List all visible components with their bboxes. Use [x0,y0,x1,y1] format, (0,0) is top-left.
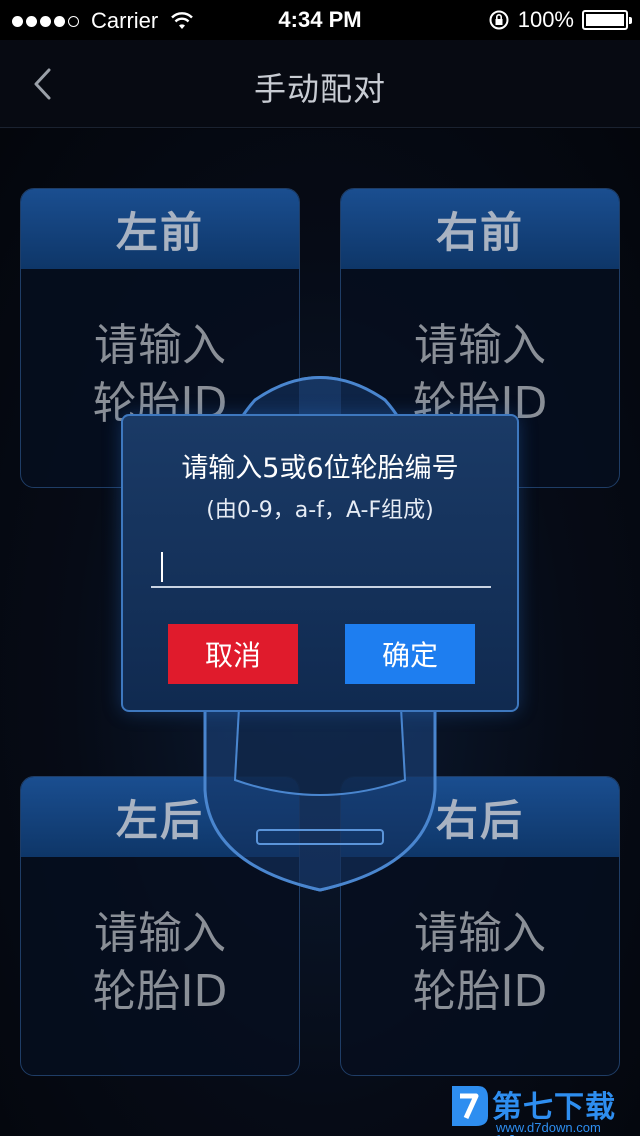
cancel-button[interactable]: 取消 [168,624,298,684]
status-bar: Carrier 4:34 PM 100% [0,0,640,40]
watermark-url: www.d7down.com [496,1120,601,1135]
battery-icon [582,10,632,30]
tire-id-prompt: 请输入 [94,320,226,371]
site-watermark: 第七下载站 www.d7down.com [440,1078,640,1136]
battery-percent: 100% [517,7,574,32]
tire-id-prompt: 轮胎ID [92,966,228,1017]
tire-id-prompt: 请输入 [414,908,546,959]
tire-card-body: 请输入 轮胎ID [21,857,299,1021]
tire-card-body: 请输入 轮胎ID [341,857,619,1021]
tire-card-header: 右后 [341,777,619,857]
tire-card-header: 右前 [341,189,619,269]
d7-logo-icon [452,1086,488,1126]
tire-id-input[interactable] [151,538,491,588]
navigation-bar: 手动配对 [0,40,640,128]
text-cursor [161,552,163,582]
tire-card-rear-left[interactable]: 左后 请输入 轮胎ID [20,776,300,1076]
dialog-hint: (由0-9，a-f，A-F组成) [206,498,434,523]
tire-card-rear-right[interactable]: 右后 请输入 轮胎ID [340,776,620,1076]
tire-id-dialog: 请输入5或6位轮胎编号 (由0-9，a-f，A-F组成) 取消 确定 [121,414,519,712]
tire-card-body: 请输入 轮胎ID [21,269,299,433]
rotation-lock-icon [489,10,509,30]
tire-card-header: 左后 [21,777,299,857]
tire-id-prompt: 请输入 [94,908,226,959]
status-right: 100% [488,7,632,33]
page-title: 手动配对 [253,70,386,108]
confirm-button[interactable]: 确定 [345,624,475,684]
tire-id-prompt: 请输入 [414,320,546,371]
tire-card-header: 左前 [21,189,299,269]
tire-card-body: 请输入 轮胎ID [341,269,619,433]
dialog-title: 请输入5或6位轮胎编号 [181,453,459,484]
tire-id-prompt: 轮胎ID [412,966,548,1017]
